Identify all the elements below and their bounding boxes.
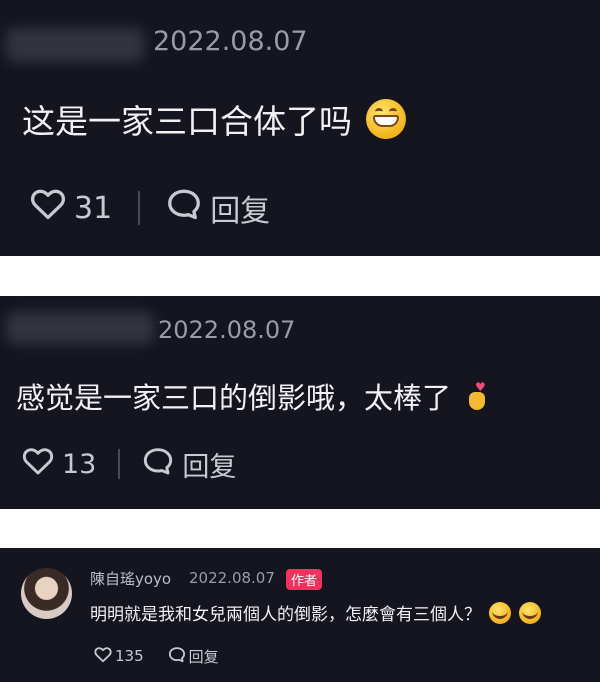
reply-button[interactable]: 回复 bbox=[189, 646, 219, 667]
avatar[interactable] bbox=[21, 568, 72, 619]
tears-of-joy-emoji-icon bbox=[489, 602, 511, 624]
comment-date: 2022.08.07 bbox=[153, 26, 308, 57]
heart-hand-emoji-icon: ♥ bbox=[467, 380, 489, 412]
heart-icon[interactable] bbox=[94, 646, 112, 667]
comment-text-row: 感觉是一家三口的倒影哦，太棒了 ♥ bbox=[16, 375, 489, 417]
comment-text-row: 这是一家三口合体了吗 bbox=[22, 95, 406, 143]
reply-button[interactable]: 回复 bbox=[210, 186, 270, 230]
comment-actions: 135 回复 bbox=[94, 645, 219, 667]
like-count: 135 bbox=[115, 647, 144, 665]
comment-actions: 31 回复 bbox=[30, 186, 270, 230]
blurred-username bbox=[6, 312, 154, 344]
comment-text-row: 明明就是我和女兒兩個人的倒影，怎麼會有三個人？ bbox=[90, 600, 541, 625]
comment-text: 感觉是一家三口的倒影哦，太棒了 bbox=[16, 381, 452, 415]
heart-icon[interactable] bbox=[22, 446, 54, 483]
blurred-username bbox=[6, 28, 144, 62]
comment-bubble-icon[interactable] bbox=[168, 646, 186, 667]
author-badge: 作者 bbox=[286, 569, 323, 590]
divider bbox=[118, 449, 121, 479]
username[interactable]: 陳自瑤yoyo bbox=[90, 568, 171, 589]
comment-date: 2022.08.07 bbox=[189, 569, 275, 587]
comment-card: 2022.08.07 感觉是一家三口的倒影哦，太棒了 ♥ 13 回复 bbox=[0, 296, 600, 509]
comment-card: 陳自瑤yoyo 2022.08.07 作者 明明就是我和女兒兩個人的倒影，怎麼會… bbox=[0, 548, 600, 682]
grinning-face-emoji-icon bbox=[366, 99, 406, 139]
comment-bubble-icon[interactable] bbox=[142, 446, 174, 483]
comment-date: 2022.08.07 bbox=[158, 316, 296, 344]
like-count: 13 bbox=[62, 448, 97, 480]
comment-bubble-icon[interactable] bbox=[166, 187, 202, 229]
like-count: 31 bbox=[74, 190, 113, 226]
comment-actions: 13 回复 bbox=[22, 445, 236, 484]
comment-card: 2022.08.07 这是一家三口合体了吗 31 回复 bbox=[0, 0, 600, 256]
reply-button[interactable]: 回复 bbox=[182, 445, 236, 484]
divider bbox=[138, 191, 141, 225]
heart-icon[interactable] bbox=[30, 187, 66, 229]
comment-text: 这是一家三口合体了吗 bbox=[22, 102, 352, 141]
comment-text: 明明就是我和女兒兩個人的倒影，怎麼會有三個人？ bbox=[90, 605, 481, 625]
tears-of-joy-emoji-icon bbox=[519, 602, 541, 624]
